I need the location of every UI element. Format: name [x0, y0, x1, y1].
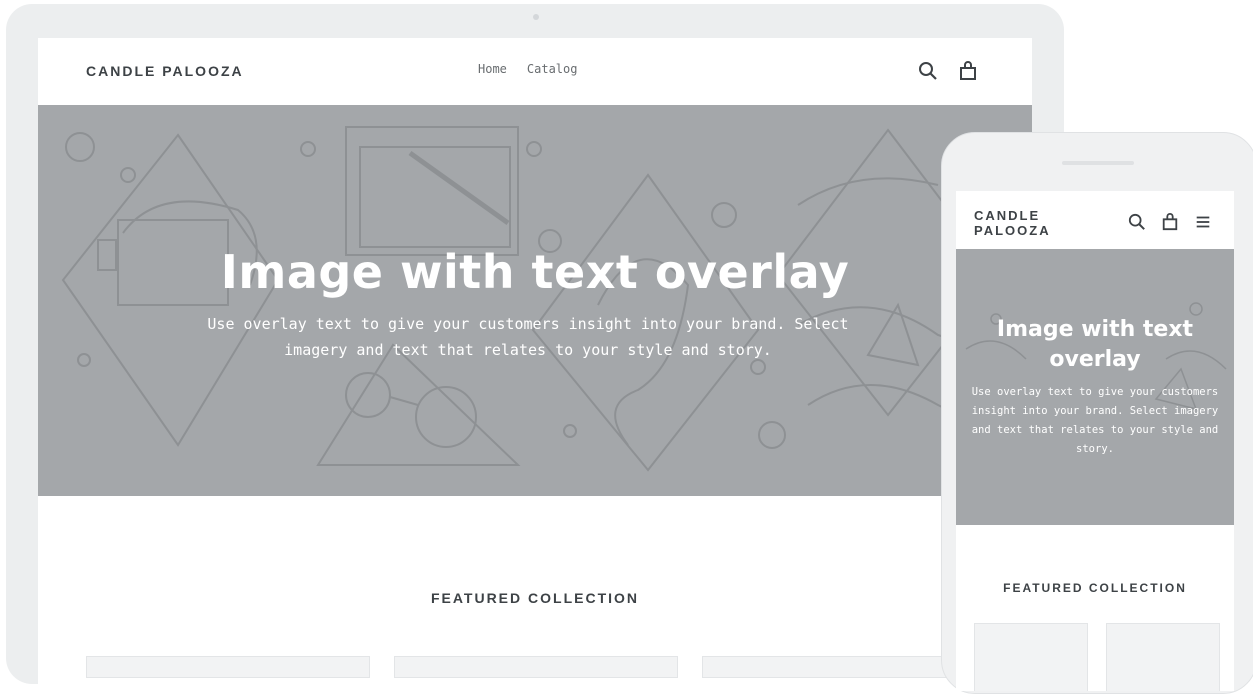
mobile-header-icons	[1128, 213, 1212, 236]
nav-link-home[interactable]: Home	[478, 62, 507, 76]
hero-text: Use overlay text to give your customers …	[207, 315, 849, 359]
desktop-header: CANDLE PALOOZA Home Catalog	[38, 38, 1032, 105]
product-card[interactable]	[394, 656, 678, 678]
phone-speaker	[1062, 161, 1134, 165]
cart-icon[interactable]	[958, 61, 978, 86]
desktop-screen: CANDLE PALOOZA Home Catalog Image with t…	[38, 38, 1032, 698]
cart-icon[interactable]	[1161, 213, 1179, 236]
search-icon[interactable]	[918, 61, 938, 86]
menu-icon[interactable]	[1194, 213, 1212, 236]
desktop-header-icons	[918, 61, 978, 86]
laptop-camera	[533, 14, 539, 20]
desktop-nav: Home Catalog	[478, 62, 577, 76]
mobile-hero-image-overlay: Image with text overlay Use overlay text…	[956, 249, 1234, 525]
featured-collection-heading: FEATURED COLLECTION	[430, 590, 640, 606]
product-card[interactable]	[86, 656, 370, 678]
hero-image-overlay: Image with text overlay Use overlay text…	[38, 105, 1032, 496]
mobile-featured-collection-heading: FEATURED COLLECTION	[1003, 581, 1187, 595]
store-logo[interactable]: CANDLE PALOOZA	[86, 63, 244, 79]
laptop-frame: CANDLE PALOOZA Home Catalog Image with t…	[6, 4, 1064, 698]
nav-link-catalog[interactable]: Catalog	[527, 62, 578, 76]
hero-title: Image with text overlay	[220, 245, 850, 299]
product-card[interactable]	[1106, 623, 1220, 691]
phone-frame: CANDLE PALOOZA Image with text overlay U…	[941, 132, 1253, 694]
mobile-screen: CANDLE PALOOZA Image with text overlay U…	[956, 191, 1234, 691]
product-card[interactable]	[974, 623, 1088, 691]
search-icon[interactable]	[1128, 213, 1146, 236]
hero-line-art	[61, 126, 1000, 472]
mobile-store-logo[interactable]: CANDLE PALOOZA	[974, 208, 1084, 238]
mobile-hero-title: Image with text overlay	[996, 317, 1194, 372]
mobile-hero-text: Use overlay text to give your customers …	[971, 386, 1219, 455]
